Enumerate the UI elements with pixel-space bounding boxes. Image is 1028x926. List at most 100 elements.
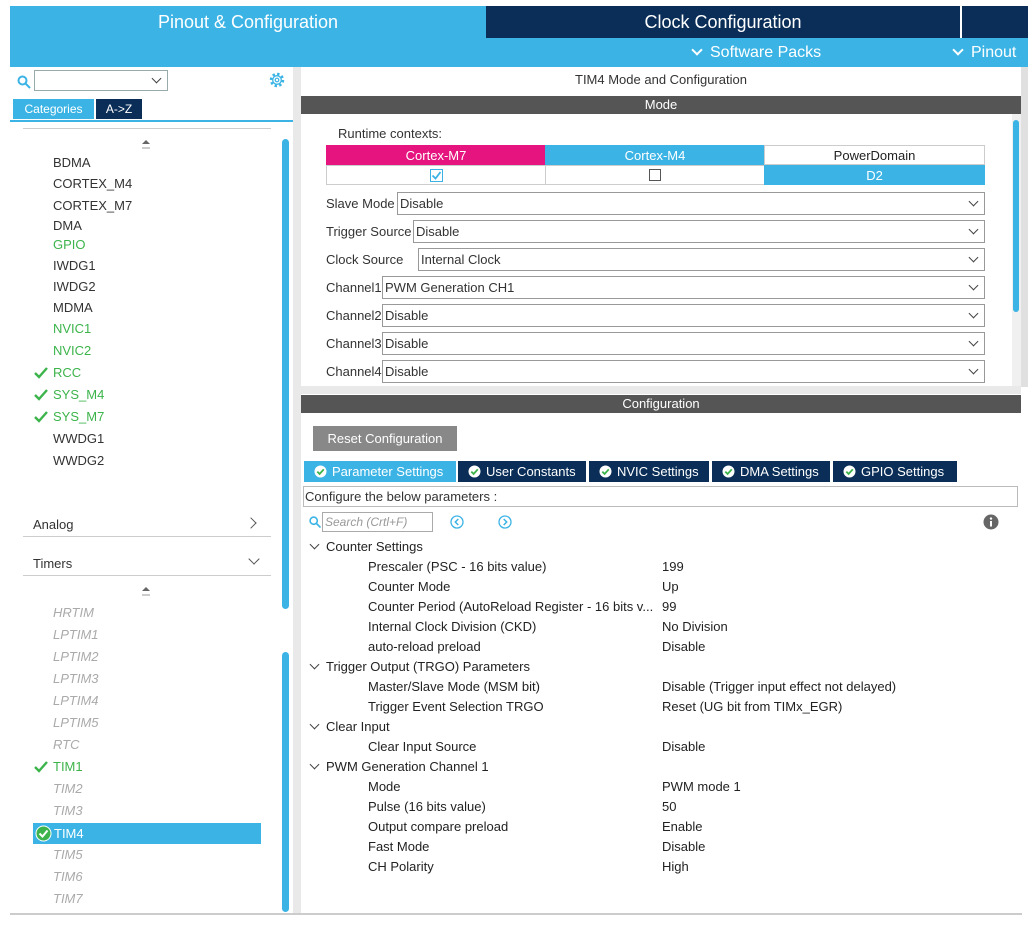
sidebar-item-rcc[interactable]: RCC <box>53 362 81 384</box>
sidebar-item-lptim3[interactable]: LPTIM3 <box>53 668 99 690</box>
slave-mode-select[interactable]: Disable <box>397 192 985 215</box>
sidebar-item-tim7[interactable]: TIM7 <box>53 888 83 910</box>
tab-pinout-configuration[interactable]: Pinout & Configuration <box>10 6 486 38</box>
sort-icon[interactable] <box>141 139 151 151</box>
tab-label: GPIO Settings <box>861 464 945 479</box>
parameter-search-input[interactable]: Search (Crtl+F) <box>322 512 433 532</box>
cortex-m7-checkbox[interactable] <box>430 169 443 182</box>
sidebar-item-gpio[interactable]: GPIO <box>53 234 86 256</box>
sidebar-item-mdma[interactable]: MDMA <box>53 297 93 319</box>
panel-splitter[interactable] <box>293 67 301 915</box>
sidebar-item-nvic1[interactable]: NVIC1 <box>53 318 91 340</box>
channel4-select[interactable]: Disable <box>382 360 985 383</box>
software-packs-menu[interactable]: Software Packs <box>691 38 821 67</box>
channel2-select[interactable]: Disable <box>382 304 985 327</box>
param-ch-polarity-value[interactable]: High <box>662 859 689 874</box>
chevron-down-icon[interactable] <box>248 553 260 565</box>
sidebar-item-tim5[interactable]: TIM5 <box>53 844 83 866</box>
sort-icon[interactable] <box>141 586 151 598</box>
param-clock-division: Internal Clock Division (CKD) <box>368 619 537 634</box>
param-counter-period: Counter Period (AutoReload Register - 16… <box>368 599 654 614</box>
sidebar-item-wwdg2[interactable]: WWDG2 <box>53 450 104 472</box>
group-clear-input[interactable]: Clear Input <box>326 719 390 734</box>
param-trigger-event-selection-value[interactable]: Reset (UG bit from TIMx_EGR) <box>662 699 842 714</box>
param-counter-period-value[interactable]: 99 <box>662 599 676 614</box>
chevron-down-icon <box>952 44 964 56</box>
sidebar-item-iwdg1[interactable]: IWDG1 <box>53 255 96 277</box>
sidebar-item-lptim2[interactable]: LPTIM2 <box>53 646 99 668</box>
sidebar-item-lptim1[interactable]: LPTIM1 <box>53 624 99 646</box>
chevron-down-icon[interactable] <box>309 719 320 730</box>
chevron-down-icon[interactable] <box>309 659 320 670</box>
param-clear-input-source-value[interactable]: Disable <box>662 739 705 754</box>
clock-source-select[interactable]: Internal Clock <box>418 248 985 271</box>
tab-nvic-settings[interactable]: NVIC Settings <box>589 461 709 482</box>
group-trigger-output[interactable]: Trigger Output (TRGO) Parameters <box>326 659 530 674</box>
param-prescaler-value[interactable]: 199 <box>662 559 684 574</box>
reset-configuration-button[interactable]: Reset Configuration <box>313 426 457 451</box>
section-splitter[interactable] <box>301 386 1021 394</box>
tab-parameter-settings[interactable]: Parameter Settings <box>304 461 456 482</box>
tab-a-z[interactable]: A->Z <box>96 99 142 119</box>
group-pwm-generation-channel-1[interactable]: PWM Generation Channel 1 <box>326 759 489 774</box>
sidebar-item-nvic2[interactable]: NVIC2 <box>53 340 91 362</box>
tab-user-constants[interactable]: User Constants <box>458 461 586 482</box>
sidebar-item-wwdg1[interactable]: WWDG1 <box>53 428 104 450</box>
param-pulse-value[interactable]: 50 <box>662 799 676 814</box>
sidebar-item-tim6[interactable]: TIM6 <box>53 866 83 888</box>
tab-clock-configuration[interactable]: Clock Configuration <box>486 6 960 38</box>
sidebar-item-hrtim[interactable]: HRTIM <box>53 602 94 624</box>
tab-dma-settings[interactable]: DMA Settings <box>712 461 830 482</box>
category-analog[interactable]: Analog <box>33 517 73 532</box>
param-fast-mode-value[interactable]: Disable <box>662 839 705 854</box>
chevron-right-icon[interactable] <box>245 517 257 529</box>
previous-match-icon[interactable] <box>450 515 464 529</box>
param-trigger-event-selection: Trigger Event Selection TRGO <box>368 699 544 714</box>
check-circle-icon <box>35 825 52 842</box>
sidebar-item-bdma[interactable]: BDMA <box>53 152 91 174</box>
sidebar-item-lptim5[interactable]: LPTIM5 <box>53 712 99 734</box>
sidebar-item-tim1[interactable]: TIM1 <box>53 756 83 778</box>
cortex-m4-checkbox[interactable] <box>649 169 661 181</box>
sidebar-item-tim3[interactable]: TIM3 <box>53 800 83 822</box>
param-auto-reload-preload-value[interactable]: Disable <box>662 639 705 654</box>
sidebar-item-tim2[interactable]: TIM2 <box>53 778 83 800</box>
channel3-select[interactable]: Disable <box>382 332 985 355</box>
chevron-down-icon[interactable] <box>309 539 320 550</box>
param-master-slave-mode-value[interactable]: Disable (Trigger input effect not delaye… <box>662 679 896 694</box>
mode-scrollbar[interactable] <box>1013 120 1019 312</box>
param-clock-division-value[interactable]: No Division <box>662 619 728 634</box>
next-match-icon[interactable] <box>498 515 512 529</box>
param-output-compare-preload-value[interactable]: Enable <box>662 819 702 834</box>
param-ch-polarity: CH Polarity <box>368 859 434 874</box>
tab-categories[interactable]: Categories <box>13 99 94 119</box>
category-timers[interactable]: Timers <box>33 556 72 571</box>
sidebar-item-cortex-m4[interactable]: CORTEX_M4 <box>53 173 132 195</box>
power-domain-value[interactable]: D2 <box>764 165 985 185</box>
channel1-select[interactable]: PWM Generation CH1 <box>382 276 985 299</box>
pinout-menu[interactable]: Pinout <box>952 38 1016 67</box>
group-counter-settings[interactable]: Counter Settings <box>326 539 423 554</box>
chevron-down-icon[interactable] <box>309 759 320 770</box>
sidebar-scrollbar[interactable] <box>282 139 289 609</box>
mode-header[interactable]: Mode <box>301 96 1021 114</box>
param-counter-mode-value[interactable]: Up <box>662 579 679 594</box>
timers-scrollbar[interactable] <box>282 652 289 912</box>
sidebar-item-sys-m4[interactable]: SYS_M4 <box>53 384 104 406</box>
category-search-combo[interactable] <box>34 70 168 91</box>
sidebar-item-tim4[interactable]: TIM4 <box>33 823 261 844</box>
sidebar-item-lptim4[interactable]: LPTIM4 <box>53 690 99 712</box>
sidebar-item-iwdg2[interactable]: IWDG2 <box>53 276 96 298</box>
info-icon[interactable] <box>983 514 999 530</box>
search-icon[interactable] <box>17 75 31 89</box>
tab-gpio-settings[interactable]: GPIO Settings <box>833 461 957 482</box>
trigger-source-select[interactable]: Disable <box>413 220 985 243</box>
param-mode-value[interactable]: PWM mode 1 <box>662 779 741 794</box>
sidebar-item-sys-m7[interactable]: SYS_M7 <box>53 406 104 428</box>
configuration-header[interactable]: Configuration <box>301 395 1021 413</box>
param-counter-mode: Counter Mode <box>368 579 451 594</box>
gear-icon[interactable] <box>268 71 286 89</box>
sidebar-item-cortex-m7[interactable]: CORTEX_M7 <box>53 195 132 217</box>
param-auto-reload-preload: auto-reload preload <box>368 639 481 654</box>
sidebar-item-rtc[interactable]: RTC <box>53 734 79 756</box>
